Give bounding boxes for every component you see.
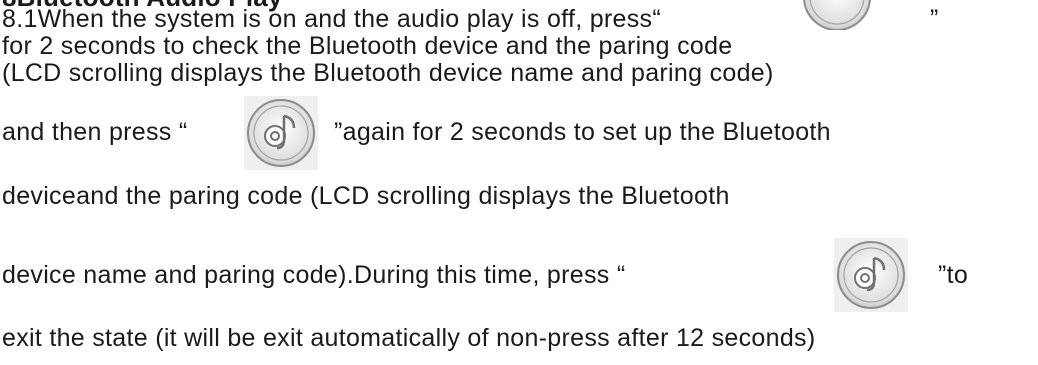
paragraph-line-1-close-quote: ” <box>930 5 939 33</box>
music-disc-icon <box>803 0 871 30</box>
paragraph-line-1: 8.1When the system is on and the audio p… <box>2 5 661 33</box>
paragraph-line-2: for 2 seconds to check the Bluetooth dev… <box>2 32 733 60</box>
music-disc-icon <box>834 238 908 312</box>
paragraph-line-6-start: device name and paring code).During this… <box>2 261 626 289</box>
music-disc-icon <box>244 96 318 170</box>
paragraph-line-4-start: and then press “ <box>2 118 188 146</box>
paragraph-line-3: (LCD scrolling displays the Bluetooth de… <box>2 59 774 87</box>
paragraph-line-5: deviceand the paring code (LCD scrolling… <box>2 182 730 210</box>
music-disc-icon-1-wrapper <box>800 0 874 30</box>
paragraph-line-4-end: ”again for 2 seconds to set up the Bluet… <box>334 118 831 146</box>
paragraph-line-6-end: ”to <box>938 261 969 289</box>
paragraph-line-7: exit the state (it will be exit automati… <box>2 324 816 352</box>
